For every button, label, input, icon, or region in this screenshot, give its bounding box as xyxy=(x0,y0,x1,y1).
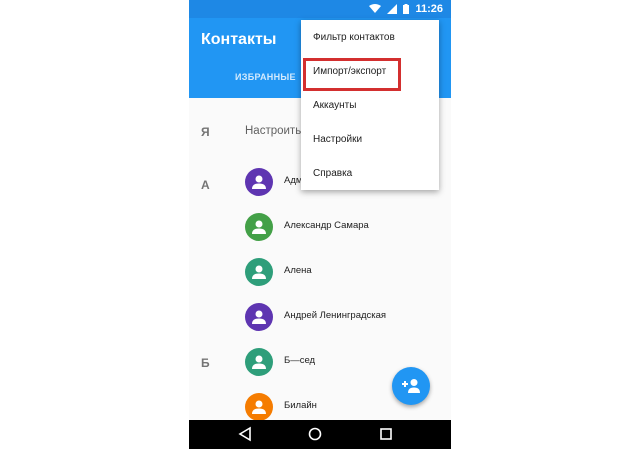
avatar xyxy=(245,348,273,376)
recents-icon[interactable] xyxy=(378,426,394,442)
app-title: Контакты xyxy=(201,31,277,48)
avatar xyxy=(245,303,273,331)
contact-name: Андрей Ленинградская xyxy=(284,310,387,321)
battery-icon xyxy=(403,4,410,14)
menu-item-accounts[interactable]: Аккаунты xyxy=(301,88,439,122)
person-icon xyxy=(252,355,266,369)
menu-item-label: Справка xyxy=(313,168,353,179)
status-bar: 11:26 xyxy=(189,0,451,18)
menu-item-label: Аккаунты xyxy=(313,100,357,111)
section-letter-ya: Я xyxy=(201,125,210,139)
menu-item-settings[interactable]: Настройки xyxy=(301,122,439,156)
highlight-box xyxy=(303,58,401,91)
avatar xyxy=(245,393,273,421)
person-icon xyxy=(252,400,266,414)
menu-item-contact-filter[interactable]: Фильтр контактов xyxy=(301,20,439,54)
person-icon xyxy=(252,265,266,279)
menu-item-help[interactable]: Справка xyxy=(301,156,439,190)
contact-name: Александр Самара xyxy=(284,220,369,231)
contact-row[interactable]: Алена xyxy=(189,250,451,294)
avatar xyxy=(245,258,273,286)
status-icons: 11:26 xyxy=(369,2,443,16)
person-icon xyxy=(252,175,266,189)
overflow-menu: Фильтр контактов Импорт/экспорт Аккаунты… xyxy=(301,20,439,190)
add-person-icon xyxy=(402,379,420,393)
add-contact-button[interactable] xyxy=(392,367,430,405)
setup-profile-text[interactable]: Настроить xyxy=(245,125,301,137)
tab-favorites[interactable]: ИЗБРАННЫЕ xyxy=(235,72,296,82)
signal-icon xyxy=(387,4,398,14)
menu-item-label: Фильтр контактов xyxy=(313,32,395,43)
status-time: 11:26 xyxy=(415,3,443,15)
home-icon[interactable] xyxy=(307,426,323,442)
contact-name: Билайн xyxy=(284,400,317,411)
avatar xyxy=(245,213,273,241)
contact-name: Алена xyxy=(284,265,312,276)
contact-name: Б—сед xyxy=(284,355,316,366)
avatar xyxy=(245,168,273,196)
back-icon[interactable] xyxy=(237,426,253,442)
contact-row[interactable]: Александр Самара xyxy=(189,205,451,249)
person-icon xyxy=(252,220,266,234)
person-icon xyxy=(252,310,266,324)
contact-row[interactable]: Андрей Ленинградская xyxy=(189,295,451,339)
menu-item-label: Настройки xyxy=(313,134,363,145)
contact-name: Адм xyxy=(284,175,303,186)
wifi-icon xyxy=(369,4,382,13)
navigation-bar xyxy=(189,420,451,449)
